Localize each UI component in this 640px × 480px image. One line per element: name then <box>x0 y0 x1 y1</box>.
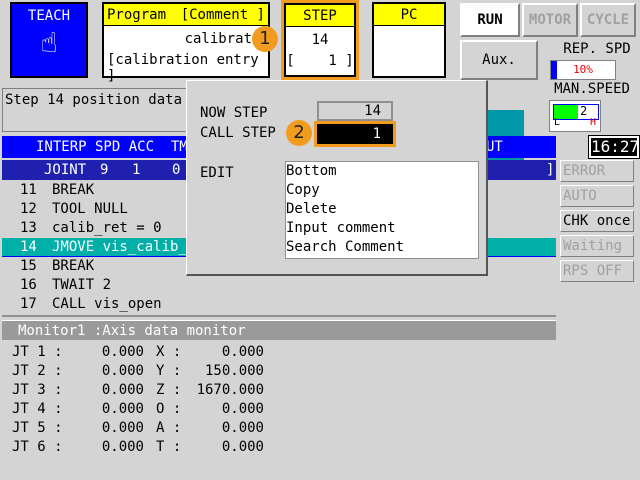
aux-button[interactable]: Aux. <box>460 40 538 80</box>
annotation-badge-2: 2 <box>286 120 312 146</box>
edit-menu-item[interactable]: Copy <box>286 181 478 200</box>
now-step-value: 14 <box>317 101 393 121</box>
line-text: CALL vis_open <box>52 296 162 312</box>
pc-header: PC <box>374 4 444 26</box>
clock: 16:27 <box>588 135 640 159</box>
line-number: 12 <box>20 201 37 217</box>
now-step-label: NOW STEP <box>200 105 268 121</box>
axis-monitor: JT 1 :0.000 X :0.000 JT 2 :0.000 Y :150.000… <box>12 344 264 455</box>
status-chk-once: CHK once <box>560 210 634 232</box>
rep-spd-bar[interactable]: 10% <box>550 60 616 80</box>
edit-menu-item[interactable]: Bottom <box>286 162 478 181</box>
cycle-button[interactable]: CYCLE <box>580 3 636 37</box>
program-line[interactable]: 16 TWAIT 2 <box>2 276 556 295</box>
line-text: BREAK <box>52 182 95 198</box>
line-text: BREAK <box>52 258 95 274</box>
edit-label: EDIT <box>200 165 234 181</box>
monitor-title: Monitor1 :Axis data monitor <box>2 320 556 340</box>
teach-mode-indicator[interactable]: TEACH ☝ <box>10 2 88 78</box>
status-error: ERROR <box>560 160 634 182</box>
step-panel[interactable]: STEP 14 [ 1 ] <box>284 3 356 77</box>
edit-menu-item[interactable]: Delete <box>286 200 478 219</box>
program-header: Program <box>107 7 167 23</box>
line-text: JMOVE vis_calib_s <box>52 239 196 255</box>
line-number: 15 <box>20 258 37 274</box>
step-value: 14 <box>311 32 329 48</box>
step-header: STEP <box>286 5 354 27</box>
rep-spd-value: 10% <box>573 63 593 76</box>
status-rps-off: RPS OFF <box>560 260 634 282</box>
call-step-input[interactable]: 1 <box>314 121 396 147</box>
line-text: calib_ret = 0 <box>52 220 162 236</box>
edit-menu-item[interactable]: Search Comment <box>286 238 478 257</box>
man-speed-gauge[interactable]: 2 L H <box>549 100 601 132</box>
line-number: 17 <box>20 296 37 312</box>
line-text: TOOL NULL <box>52 201 128 217</box>
message-bar: Step 14 position data r <box>2 88 188 132</box>
edit-menu[interactable]: Bottom Copy Delete Input comment Search Comm… <box>285 161 479 259</box>
edit-menu-item[interactable]: Input comment <box>286 219 478 238</box>
step-dialog: NOW STEP 14 CALL STEP 1 EDIT Bottom Copy D… <box>186 80 488 276</box>
pc-panel[interactable]: PC <box>372 2 446 78</box>
rep-spd-label: REP. SPD <box>563 41 631 57</box>
line-number: 16 <box>20 277 37 293</box>
annotation-badge-1: 1 <box>252 26 278 52</box>
program-line[interactable]: 17 CALL vis_open <box>2 295 556 314</box>
hand-pointer-icon: ☝ <box>40 26 58 59</box>
program-panel[interactable]: Program [Comment ] calibrat [calibration … <box>102 2 270 84</box>
status-waiting: Waiting <box>560 235 634 257</box>
comment-header: [Comment ] <box>180 7 265 23</box>
line-number: 13 <box>20 220 37 236</box>
run-button[interactable]: RUN <box>460 3 520 37</box>
man-speed-label: MAN.SPEED <box>554 81 630 97</box>
step-sub: [ 1 ] <box>286 53 354 69</box>
motor-button[interactable]: MOTOR <box>522 3 578 37</box>
call-step-label: CALL STEP <box>200 125 276 141</box>
program-name: calibrat <box>184 31 252 47</box>
line-number: 11 <box>20 182 37 198</box>
status-auto: AUTO <box>560 185 634 207</box>
line-text: TWAIT 2 <box>52 277 112 293</box>
line-number: 14 <box>20 239 37 255</box>
teach-label: TEACH <box>27 8 71 24</box>
